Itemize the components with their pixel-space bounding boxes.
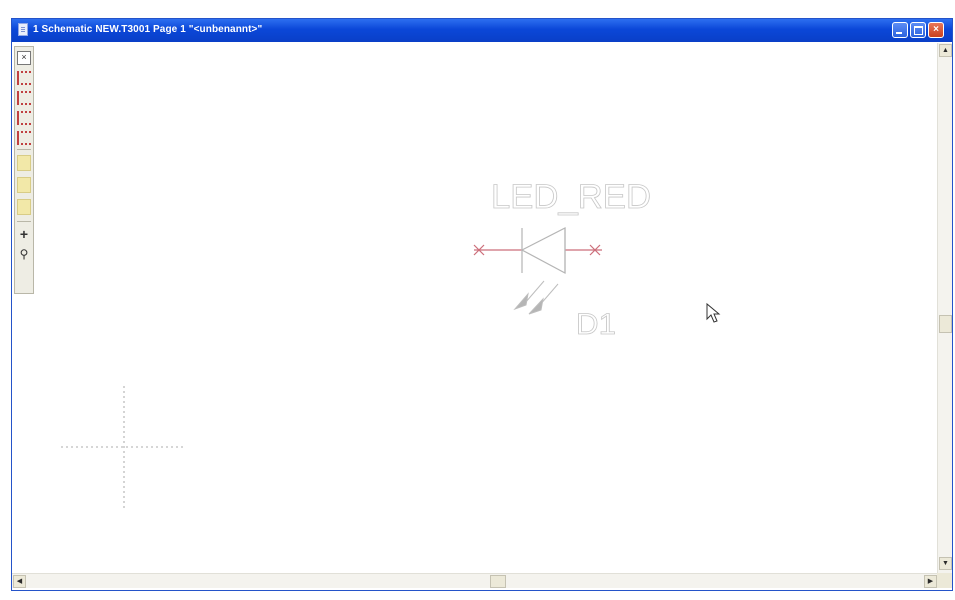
document-icon [18,23,28,36]
scroll-left-icon[interactable]: ◀ [13,575,26,588]
vertical-scroll-thumb[interactable] [939,315,952,333]
horizontal-scroll-thumb[interactable] [490,575,506,588]
drawing-toolbar: × + ⚲ [14,46,34,294]
scroll-up-icon[interactable]: ▲ [939,44,952,57]
led-symbol[interactable] [473,227,602,315]
add-part-icon[interactable]: + [17,227,31,241]
label-tool-icon[interactable] [17,131,31,145]
minimize-button[interactable] [892,22,908,38]
size-grip[interactable] [937,573,952,588]
component-reference-label[interactable]: D1 [576,308,617,342]
junction-tool-icon[interactable] [17,111,31,125]
schematic-window: 1 Schematic NEW.T3001 Page 1 "<unbenannt… [11,18,953,591]
text-tool-icon[interactable] [17,155,31,171]
polygon-tool-icon[interactable] [17,177,31,193]
vertical-scrollbar[interactable]: ▲ ▼ [937,43,952,573]
toolbar-divider [17,149,31,150]
title-bar[interactable]: 1 Schematic NEW.T3001 Page 1 "<unbenannt… [12,19,952,42]
wire-tool-icon[interactable] [17,71,31,85]
mouse-pointer-icon [706,302,721,323]
close-button[interactable]: × [928,22,944,38]
window-title: 1 Schematic NEW.T3001 Page 1 "<unbenannt… [33,24,263,35]
schematic-canvas[interactable]: LED_RED D1 [36,43,938,571]
origin-crosshair [61,386,186,509]
toolbar-divider [17,221,31,222]
scroll-down-icon[interactable]: ▼ [939,557,952,570]
scroll-right-icon[interactable]: ▶ [924,575,937,588]
horizontal-scrollbar[interactable]: ◀ ▶ [12,573,939,588]
image-tool-icon[interactable] [17,199,31,215]
emission-arrows [513,280,559,315]
search-part-icon[interactable]: ⚲ [17,247,31,261]
diode-body [520,227,566,275]
maximize-button[interactable] [910,22,926,38]
bus-tool-icon[interactable] [17,91,31,105]
led-pins [473,244,602,256]
toolbar-close-icon[interactable]: × [17,51,31,65]
close-icon: × [933,24,939,35]
component-value-label[interactable]: LED_RED [491,178,652,217]
